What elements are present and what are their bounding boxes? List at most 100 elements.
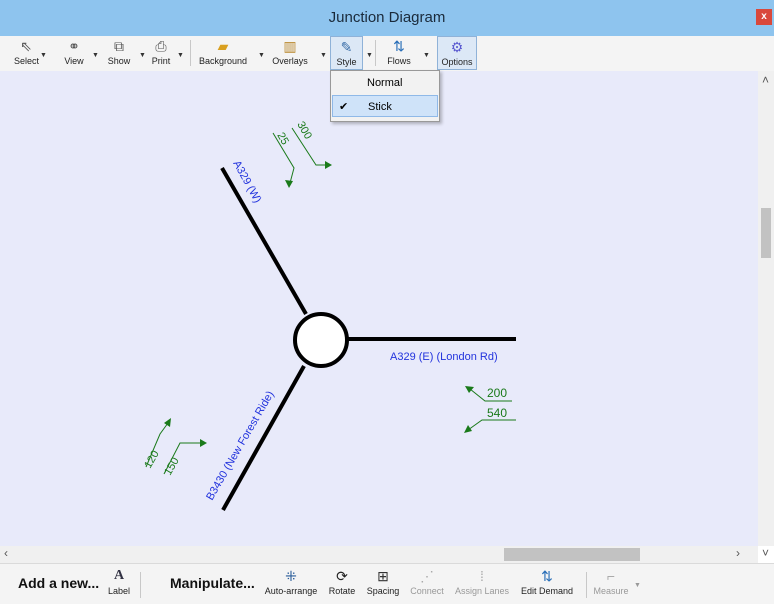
overlays-button[interactable]: ▥ Overlays [266,36,314,70]
manipulate-heading: Manipulate... [170,575,255,591]
add-label-button[interactable]: A Label [106,566,132,596]
flow-a329-w[interactable]: 300 25 [272,120,332,189]
view-dropdown-arrow[interactable]: ▼ [92,52,99,59]
flow-a329-e[interactable]: 200 540 [464,386,516,433]
vertical-scroll-thumb[interactable] [761,208,771,258]
menu-item-normal[interactable]: Normal [332,72,438,94]
select-button[interactable]: ⇖ Select [14,36,40,70]
flows-button[interactable]: ⇅ Flows [380,36,418,70]
auto-arrange-label: Auto-arrange [264,586,318,596]
text-a-icon: A [113,568,125,583]
background-button[interactable]: ▰ Background [194,36,252,70]
flow-value-120: 120 [142,449,162,471]
bottom-separator [140,572,141,598]
rotate-label: Rotate [328,586,356,596]
flow-arrowhead [164,418,171,427]
layers-icon: ▰ [217,38,229,54]
overlays-label: Overlays [272,56,308,66]
show-button[interactable]: ⧉ Show [104,36,134,70]
style-dropdown-menu: Normal ✔ Stick [330,70,440,122]
view-button[interactable]: ⚭ View [60,36,88,70]
spacing-button[interactable]: ⊞ Spacing [364,566,402,596]
flow-arrowhead [464,425,472,433]
toolbar-separator [190,40,191,66]
flows-dropdown-arrow[interactable]: ▼ [423,52,430,59]
auto-arrange-button[interactable]: ⁜ Auto-arrange [260,566,322,596]
assign-lanes-button[interactable]: ⁞ Assign Lanes [452,566,512,596]
add-new-heading: Add a new... [18,575,100,591]
spacing-icon: ⊞ [377,568,389,584]
menu-item-stick[interactable]: ✔ Stick [332,95,438,117]
scroll-right-icon[interactable]: › [736,546,740,560]
scroll-left-icon[interactable]: ‹ [4,546,8,560]
arm-label-b3430: B3430 (New Forest Ride) [204,389,276,502]
binoculars-icon: ⚭ [68,38,80,54]
roundabout-node[interactable] [293,312,349,368]
show-dropdown-arrow[interactable]: ▼ [139,52,146,59]
paintbrush-icon: ✎ [340,39,353,55]
close-button[interactable]: x [756,9,772,25]
flow-value-150: 150 [162,456,182,478]
connect-label: Connect [410,586,444,596]
arm-b3430[interactable] [221,365,306,511]
flow-b3430[interactable]: 120 150 [142,418,207,478]
ruler-icon: ⌐ [606,568,616,584]
flow-value-200: 200 [487,386,507,400]
bar-chart-icon: ▥ [283,38,297,54]
assign-lanes-label: Assign Lanes [454,586,510,596]
background-dropdown-arrow[interactable]: ▼ [258,52,265,59]
flow-arrowhead [465,386,474,393]
select-label: Select [14,56,40,66]
view-label: View [64,56,84,66]
scroll-down-icon[interactable]: ˅ [762,546,769,560]
checkmark-icon: ✔ [339,101,349,113]
options-label: Options [441,57,473,67]
window-title: Junction Diagram [328,9,446,26]
add-label-label: Label [107,586,131,596]
print-label: Print [151,56,171,66]
flow-arrows-icon: ⇅ [393,38,405,54]
title-bar: Junction Diagram x [0,0,774,36]
print-button[interactable]: ⎙ Print [148,36,174,70]
printer-icon: ⎙ [155,38,167,54]
measure-dropdown-arrow[interactable]: ▼ [634,582,641,589]
select-dropdown-arrow[interactable]: ▼ [40,52,47,59]
assign-lanes-icon: ⁞ [480,568,484,584]
scroll-up-icon[interactable]: ˄ [762,73,769,87]
arm-label-a329-e: A329 (E) (London Rd) [390,351,498,363]
bottom-toolbar: Add a new... A Label Manipulate... ⁜ Aut… [0,563,774,604]
edit-demand-button[interactable]: ⇅ Edit Demand [516,566,578,596]
background-label: Background [198,56,248,66]
horizontal-scrollbar[interactable]: ‹ › [0,546,758,563]
bottom-separator [586,572,587,598]
flow-arrowhead [325,161,332,169]
connect-button[interactable]: ⋰ Connect [406,566,448,596]
style-label: Style [336,57,357,67]
junction-diagram: A329 (W) A329 (E) (London Rd) B3430 (New… [142,120,516,511]
flow-line [467,419,516,431]
rotate-icon: ⟳ [336,568,348,584]
print-dropdown-arrow[interactable]: ▼ [177,52,184,59]
style-dropdown-arrow[interactable]: ▼ [366,52,373,59]
flow-value-540: 540 [487,406,507,420]
flow-arrowhead [200,439,207,447]
show-label: Show [107,56,131,66]
toolbar-separator [375,40,376,66]
options-button[interactable]: ⚙ Options [437,36,477,70]
horizontal-scroll-thumb[interactable] [504,548,640,561]
overlays-dropdown-arrow[interactable]: ▼ [320,52,327,59]
style-button[interactable]: ✎ Style [330,36,363,70]
rotate-button[interactable]: ⟳ Rotate [326,566,358,596]
windows-icon: ⧉ [114,38,124,54]
edit-demand-label: Edit Demand [520,586,574,596]
vertical-scrollbar[interactable]: ˄ ˅ [758,71,774,560]
flow-value-300: 300 [294,120,314,142]
gear-icon: ⚙ [450,39,464,55]
flow-value-25: 25 [274,131,291,148]
arm-a329-w[interactable] [220,167,308,315]
spacing-label: Spacing [366,586,400,596]
flows-label: Flows [387,56,411,66]
measure-label: Measure [593,586,629,596]
measure-button[interactable]: ⌐ Measure [590,566,632,596]
diagram-canvas[interactable]: A329 (W) A329 (E) (London Rd) B3430 (New… [0,71,758,546]
